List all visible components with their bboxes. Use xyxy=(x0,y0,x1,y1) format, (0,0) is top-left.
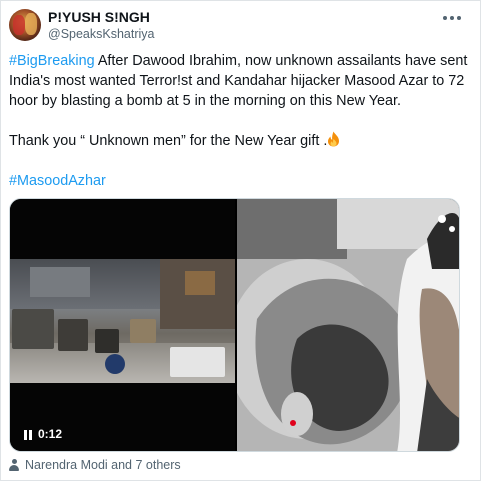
tweet-text: #BigBreaking After Dawood Ibrahim, now u… xyxy=(9,51,471,191)
liked-by-text: Narendra Modi and 7 others xyxy=(25,458,181,472)
video-duration: 0:12 xyxy=(38,427,63,441)
author-handle[interactable]: @SpeaksKshatriya xyxy=(48,27,155,41)
photo-image[interactable] xyxy=(237,199,459,451)
author-name[interactable]: P!YUSH S!NGH xyxy=(48,9,150,25)
hashtag-link[interactable]: #BigBreaking xyxy=(9,53,95,69)
media-grid: 0:12 xyxy=(9,198,460,452)
tweet-thanks-line: Thank you “ Unknown men” for the New Yea… xyxy=(9,133,328,149)
liked-by-row[interactable]: Narendra Modi and 7 others xyxy=(9,458,181,472)
person-icon xyxy=(9,459,19,471)
video-frame xyxy=(10,259,235,383)
avatar[interactable] xyxy=(9,9,41,41)
photo-content xyxy=(237,199,459,451)
pause-icon[interactable] xyxy=(24,430,32,440)
tweet-card: P!YUSH S!NGH @SpeaksKshatriya #BigBreaki… xyxy=(0,0,481,481)
hashtag-link[interactable]: #MasoodAzhar xyxy=(9,173,106,189)
more-options-icon[interactable] xyxy=(442,11,462,25)
video-player[interactable]: 0:12 xyxy=(10,199,235,451)
fire-emoji-icon xyxy=(328,131,340,147)
